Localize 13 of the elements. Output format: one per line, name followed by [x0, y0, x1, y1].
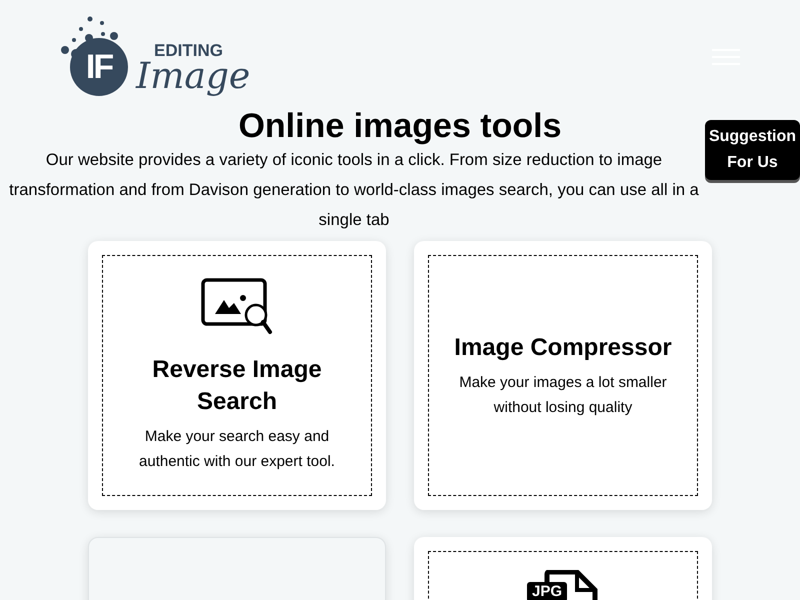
intro-text: Our website provides a variety of iconic tools in a click. From size reduction to image transformation and from Davison generation to world-class images search, you can use all in a single tab — [8, 150, 700, 232]
tool-card[interactable]: Reverse Image Search Make your search easy and authentic with our expert tool. — [88, 241, 386, 510]
page-heading: Online images tools — [238, 108, 562, 146]
tool-card[interactable]: Image Compressor Make your images a lot smaller without losing quality — [414, 241, 712, 510]
suggestion-button[interactable]: Suggestion For Us — [705, 120, 800, 180]
card-description: Make your search easy and authentic with our expert tool. — [138, 426, 336, 472]
card-title: Image Compressor — [454, 332, 672, 363]
card-title: Reverse Image Search — [151, 354, 323, 417]
tool-card[interactable]: JPG — [414, 537, 712, 600]
logo-script-text: Image — [136, 59, 250, 95]
logo-monogram: IF — [70, 38, 128, 96]
card-description: Make your images a lot smaller without losing quality — [458, 372, 668, 418]
logo-text: EDITING — [154, 42, 224, 59]
